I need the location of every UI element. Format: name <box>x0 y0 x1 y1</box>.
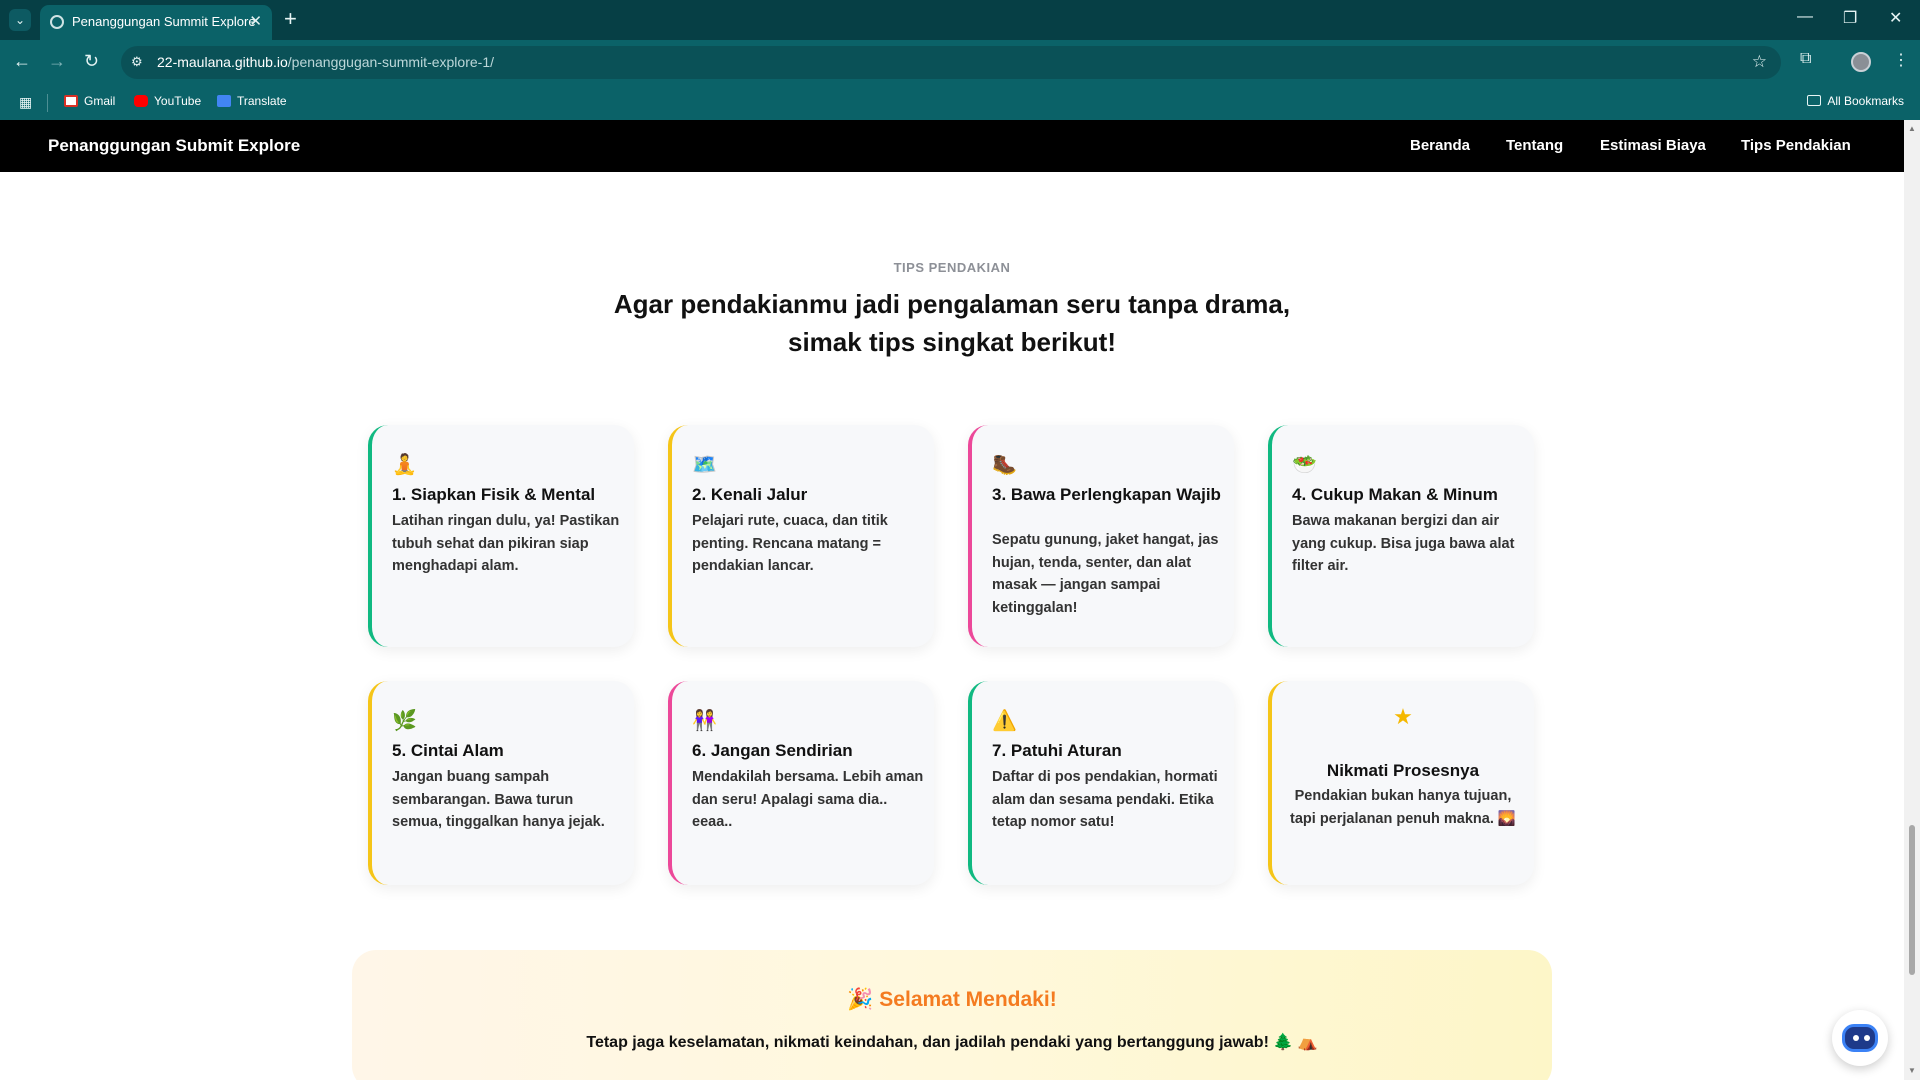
tip-text: Pendakian bukan hanya tujuan, tapi perja… <box>1290 788 1516 827</box>
tip-card: 🥗 4. Cukup Makan & Minum Bawa makanan be… <box>1268 425 1534 647</box>
tip-card: 👭 6. Jangan Sendirian Mendakilah bersama… <box>668 681 934 885</box>
section-label: TIPS PENDAKIAN <box>893 260 1011 275</box>
tip-title: 5. Cintai Alam <box>392 741 504 760</box>
tip-text: Jangan buang sampah sembarangan. Bawa tu… <box>392 769 605 830</box>
forward-icon[interactable]: → <box>48 50 66 72</box>
all-bookmarks-button[interactable]: All Bookmarks <box>1807 94 1904 108</box>
address-bar[interactable]: ⚙ 22-maulana.github.io/penanggugan-summi… <box>121 46 1781 79</box>
meditation-icon: 🧘 <box>392 454 417 476</box>
page-viewport: Penanggungan Submit Explore Beranda Tent… <box>0 120 1904 1080</box>
tip-card: 🗺️ 2. Kenali Jalur Pelajari rute, cuaca,… <box>668 425 934 647</box>
tip-card: ⚠️ 7. Patuhi Aturan Daftar di pos pendak… <box>968 681 1234 885</box>
bookmarks-divider <box>47 94 48 112</box>
tab-strip: ⌄ Penanggungan Summit Explore ✕ + — ❐ ✕ <box>0 0 1920 40</box>
tip-text: Mendakilah bersama. Lebih aman dan seru!… <box>692 769 924 830</box>
tip-text: Pelajari rute, cuaca, dan titik penting.… <box>692 513 888 574</box>
nav-link-estimasi-biaya[interactable]: Estimasi Biaya <box>1600 137 1706 154</box>
herb-icon: 🌿 <box>392 710 417 732</box>
back-icon[interactable]: ← <box>13 50 31 72</box>
page-scrollbar[interactable]: ▲ ▼ <box>1904 120 1920 1080</box>
youtube-icon <box>134 95 148 107</box>
site-navbar: Penanggungan Submit Explore Beranda Tent… <box>0 120 1904 172</box>
close-icon[interactable]: ✕ <box>249 12 262 30</box>
hiking-boot-icon: 🥾 <box>992 454 1017 476</box>
extensions-icon[interactable]: ⧉ <box>1800 50 1811 68</box>
all-bookmarks-label: All Bookmarks <box>1827 94 1904 108</box>
scroll-up-icon[interactable]: ▲ <box>1908 124 1916 133</box>
tip-text: Daftar di pos pendakian, hormati alam da… <box>992 769 1218 830</box>
section-title: Agar pendakianmu jadi pengalaman seru ta… <box>552 285 1352 361</box>
active-tab[interactable]: Penanggungan Summit Explore ✕ <box>40 5 272 40</box>
tip-title: 2. Kenali Jalur <box>692 485 808 504</box>
salad-icon: 🥗 <box>1292 454 1317 476</box>
section-title-line: simak tips singkat berikut! <box>788 327 1116 357</box>
star-icon: ★ <box>1393 704 1413 729</box>
tip-title: 3. Bawa Perlengkapan Wajib <box>992 485 1221 504</box>
tab-search-icon[interactable]: ⌄ <box>9 9 31 31</box>
url-host: 22-maulana.github.io <box>157 54 288 70</box>
robot-eye <box>1853 1035 1859 1041</box>
nav-link-tips-pendakian[interactable]: Tips Pendakian <box>1741 137 1851 154</box>
tip-title: Nikmati Prosesnya <box>1326 761 1480 780</box>
bookmark-label: Gmail <box>84 94 116 108</box>
restore-icon[interactable]: ❐ <box>1843 8 1857 28</box>
tab-title: Penanggungan Summit Explore <box>72 14 256 29</box>
bookmarks-bar: ▦ Gmail YouTube Translate All Bookmarks <box>0 85 1920 120</box>
chatbot-button[interactable] <box>1832 1010 1888 1066</box>
tip-text: Sepatu gunung, jaket hangat, jas hujan, … <box>992 532 1219 616</box>
map-icon: 🗺️ <box>692 454 717 476</box>
nav-link-beranda[interactable]: Beranda <box>1410 137 1470 154</box>
gmail-icon <box>64 95 78 107</box>
url-text[interactable]: 22-maulana.github.io/penanggugan-summit-… <box>157 54 494 70</box>
robot-eye <box>1864 1035 1870 1041</box>
bookmark-gmail[interactable]: Gmail <box>64 94 115 108</box>
scroll-thumb[interactable] <box>1909 825 1915 975</box>
window-close-icon[interactable]: ✕ <box>1889 8 1902 28</box>
section-title-line: Agar pendakianmu jadi pengalaman seru ta… <box>613 289 1291 319</box>
banner-title: 🎉 Selamat Mendaki! <box>847 988 1057 1011</box>
site-info-icon[interactable]: ⚙ <box>131 54 143 70</box>
warning-icon: ⚠️ <box>992 710 1017 732</box>
translate-icon <box>217 95 231 107</box>
url-path: /penanggugan-summit-explore-1/ <box>287 54 494 70</box>
site-brand[interactable]: Penanggungan Submit Explore <box>48 136 300 156</box>
tip-card: 🌿 5. Cintai Alam Jangan buang sampah sem… <box>368 681 634 885</box>
minimize-icon[interactable]: — <box>1797 8 1813 26</box>
bookmark-label: Translate <box>237 94 287 108</box>
tip-title: 6. Jangan Sendirian <box>692 741 853 760</box>
browser-toolbar: ← → ↻ ⚙ 22-maulana.github.io/penanggugan… <box>0 40 1920 85</box>
tip-card: 🧘 1. Siapkan Fisik & Mental Latihan ring… <box>368 425 634 647</box>
tip-title: 4. Cukup Makan & Minum <box>1292 485 1498 504</box>
nav-link-tentang[interactable]: Tentang <box>1506 137 1563 154</box>
closing-banner: 🎉 Selamat Mendaki! Tetap jaga keselamata… <box>352 950 1552 1080</box>
tip-card: ★ Nikmati Prosesnya Pendakian bukan hany… <box>1268 681 1534 885</box>
apps-grid-icon[interactable]: ▦ <box>19 94 32 111</box>
tip-title: 1. Siapkan Fisik & Mental <box>392 485 596 504</box>
bookmark-translate[interactable]: Translate <box>217 94 287 108</box>
reload-icon[interactable]: ↻ <box>84 50 99 72</box>
bookmark-youtube[interactable]: YouTube <box>134 94 201 108</box>
tip-text: Latihan ringan dulu, ya! Pastikan tubuh … <box>392 513 620 574</box>
globe-icon <box>50 15 64 29</box>
tip-title: 7. Patuhi Aturan <box>992 741 1122 760</box>
more-menu-icon[interactable]: ⋮ <box>1893 50 1909 70</box>
robot-icon <box>1842 1024 1878 1052</box>
profile-avatar[interactable] <box>1851 52 1871 72</box>
folder-icon <box>1807 95 1822 106</box>
tip-text: Bawa makanan bergizi dan air yang cukup.… <box>1292 513 1515 574</box>
banner-text: Tetap jaga keselamatan, nikmati keindaha… <box>586 1034 1318 1051</box>
friends-icon: 👭 <box>692 710 717 732</box>
scroll-down-icon[interactable]: ▼ <box>1908 1066 1916 1075</box>
tip-card: 🥾 3. Bawa Perlengkapan Wajib Sepatu gunu… <box>968 425 1234 647</box>
bookmark-label: YouTube <box>154 94 202 108</box>
new-tab-icon[interactable]: + <box>284 6 297 32</box>
bookmark-star-icon[interactable]: ☆ <box>1752 52 1767 72</box>
